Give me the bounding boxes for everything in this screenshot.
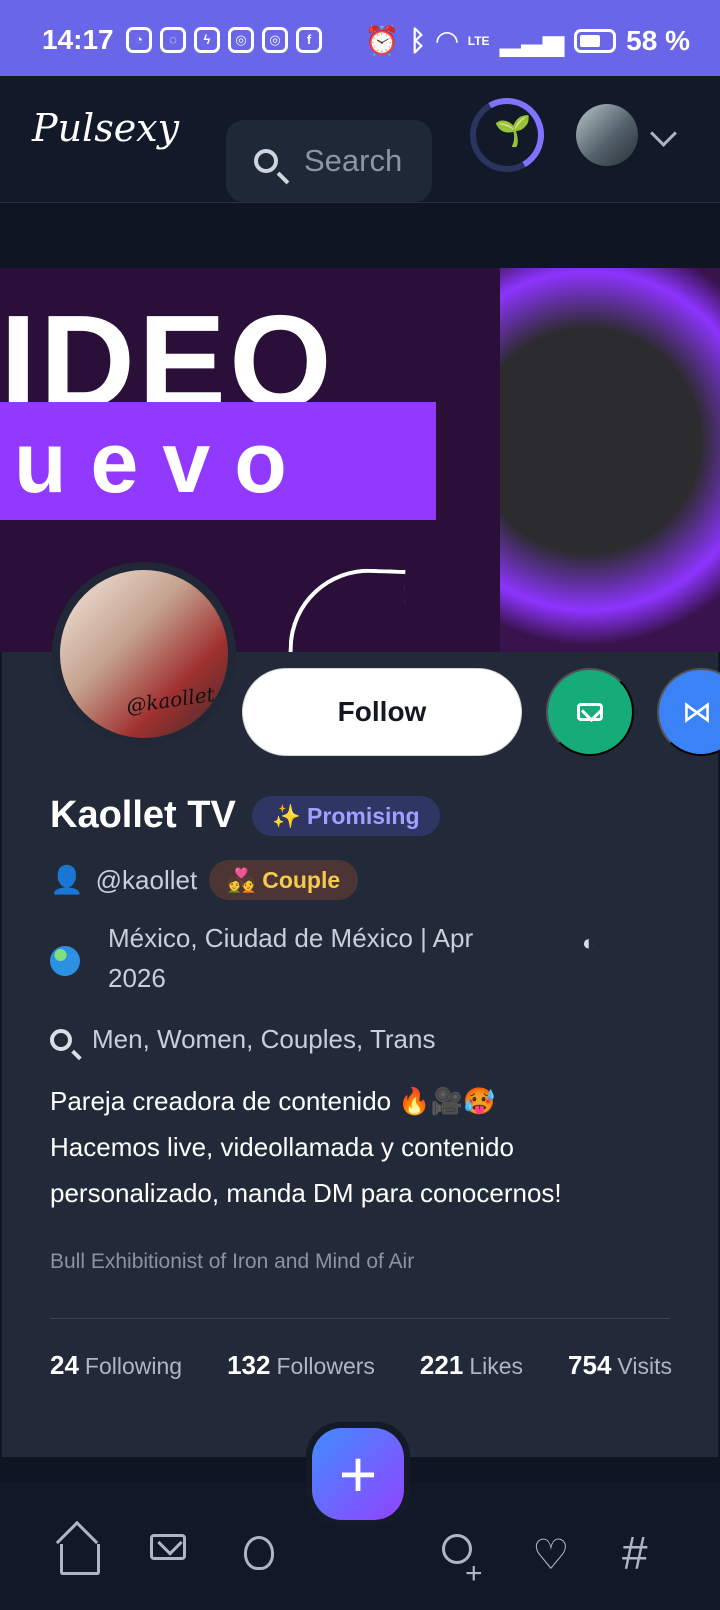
stat-value: 132 (227, 1350, 271, 1380)
banner-label: uevo (14, 415, 311, 511)
profile-handle: @kaollet (95, 864, 198, 895)
profile-picture-tag: @kaollet (124, 681, 216, 719)
messages-icon[interactable] (150, 1534, 186, 1560)
signal-icon: ▂▃▅ (499, 25, 565, 56)
handle-row: 👤 @kaollet 💑 Couple (50, 860, 359, 900)
activity-icon: ◔ (126, 27, 152, 53)
message-button[interactable] (546, 668, 634, 756)
facebook-icon: f (296, 27, 322, 53)
sprout-icon: 🌱 (494, 115, 532, 148)
interests-text: Men, Women, Couples, Trans (92, 1024, 436, 1054)
banner-arrow-icon (288, 566, 406, 652)
status-bar: 14:17 ◔ ◌ ϟ ◎ ◎ f ⏰ ᛒ ◠ LTE ▂▃▅ 58 % (0, 0, 720, 76)
hashtag-icon[interactable]: # (622, 1526, 648, 1580)
instagram-icon: ◎ (262, 27, 288, 53)
messenger-icon: ϟ (194, 27, 220, 53)
bluetooth-icon: ᛒ (409, 24, 427, 56)
whatsapp-icon: ◌ (160, 27, 186, 53)
brand-icon: ◐ (582, 930, 596, 955)
progress-ring[interactable]: 🌱 (470, 98, 544, 172)
interests-row: Men, Women, Couples, Trans (50, 1024, 435, 1055)
create-button[interactable]: + (306, 1422, 410, 1526)
share-icon: ⋈ (682, 695, 712, 729)
couple-badge: 💑 Couple (209, 860, 359, 900)
heart-icon[interactable]: ♡ (532, 1530, 570, 1579)
alarm-icon: ⏰ (364, 25, 400, 56)
wifi-icon: ◠ (436, 25, 458, 56)
top-navigation: Pulsexy Search 🌱 (0, 76, 720, 203)
stat-value: 221 (419, 1350, 464, 1380)
network-type: LTE (467, 33, 490, 48)
add-user-icon[interactable] (442, 1534, 483, 1591)
stat-value: 754 (568, 1350, 612, 1380)
mail-icon (577, 703, 603, 721)
stat-label: Visits (617, 1353, 672, 1379)
search-bar[interactable]: Search (226, 120, 432, 202)
profile-stats: 24 Following 132 Followers 221 Likes 754 Vis… (50, 1350, 672, 1381)
bio-line: Hacemos live, videollamada y contenido p… (50, 1132, 562, 1208)
follow-button[interactable]: Follow (242, 668, 522, 756)
pulsexy-logo[interactable]: Pulsexy (32, 106, 179, 150)
spacer (0, 203, 720, 267)
plus-icon: + (312, 1428, 404, 1520)
battery-icon (574, 28, 617, 53)
profile-bio: Pareja creadora de contenido 🔥🎥🥵 Hacemos… (50, 1078, 670, 1216)
banner-label-box: uevo (0, 402, 436, 520)
stat-label: Likes (469, 1353, 524, 1379)
banner-photo (500, 268, 720, 652)
battery-percent: 58 % (626, 24, 690, 56)
profile-picture[interactable]: @kaollet (52, 562, 236, 746)
profile-subtitle: Bull Exhibitionist of Iron and Mind of A… (50, 1250, 415, 1273)
stat-value: 24 (50, 1350, 79, 1380)
stat-following[interactable]: 24 Following (50, 1350, 182, 1381)
divider (50, 1318, 670, 1319)
chevron-down-icon[interactable] (650, 120, 677, 147)
stat-label: Followers (276, 1353, 375, 1379)
status-time: 14:17 (42, 24, 114, 55)
search-icon (254, 149, 278, 173)
profile-name: Kaollet TV (50, 794, 236, 836)
account-avatar[interactable] (576, 104, 638, 166)
bottom-navigation: + ♡ # (0, 1422, 720, 1610)
stat-followers[interactable]: 132 Followers (227, 1350, 375, 1381)
search-icon (50, 1028, 72, 1051)
instagram-icon: ◎ (228, 27, 254, 53)
promising-badge: ✨ Promising (252, 796, 440, 836)
stat-likes[interactable]: 221 Likes (420, 1350, 523, 1381)
stat-label: Following (84, 1353, 183, 1379)
user-icon: 👤 (50, 865, 84, 895)
stat-visits[interactable]: 754 Visits (568, 1350, 672, 1381)
fire-icon[interactable] (244, 1536, 274, 1570)
location-text: México, Ciudad de México | Apr 2026 (108, 923, 474, 993)
globe-icon (50, 946, 80, 976)
bio-line: Pareja creadora de contenido 🔥🎥🥵 (50, 1086, 496, 1116)
notification-icons: ◔ ◌ ϟ ◎ ◎ f (126, 27, 322, 53)
system-status: ⏰ ᛒ ◠ LTE ▂▃▅ 58 % (365, 24, 690, 57)
search-placeholder: Search (304, 143, 403, 178)
